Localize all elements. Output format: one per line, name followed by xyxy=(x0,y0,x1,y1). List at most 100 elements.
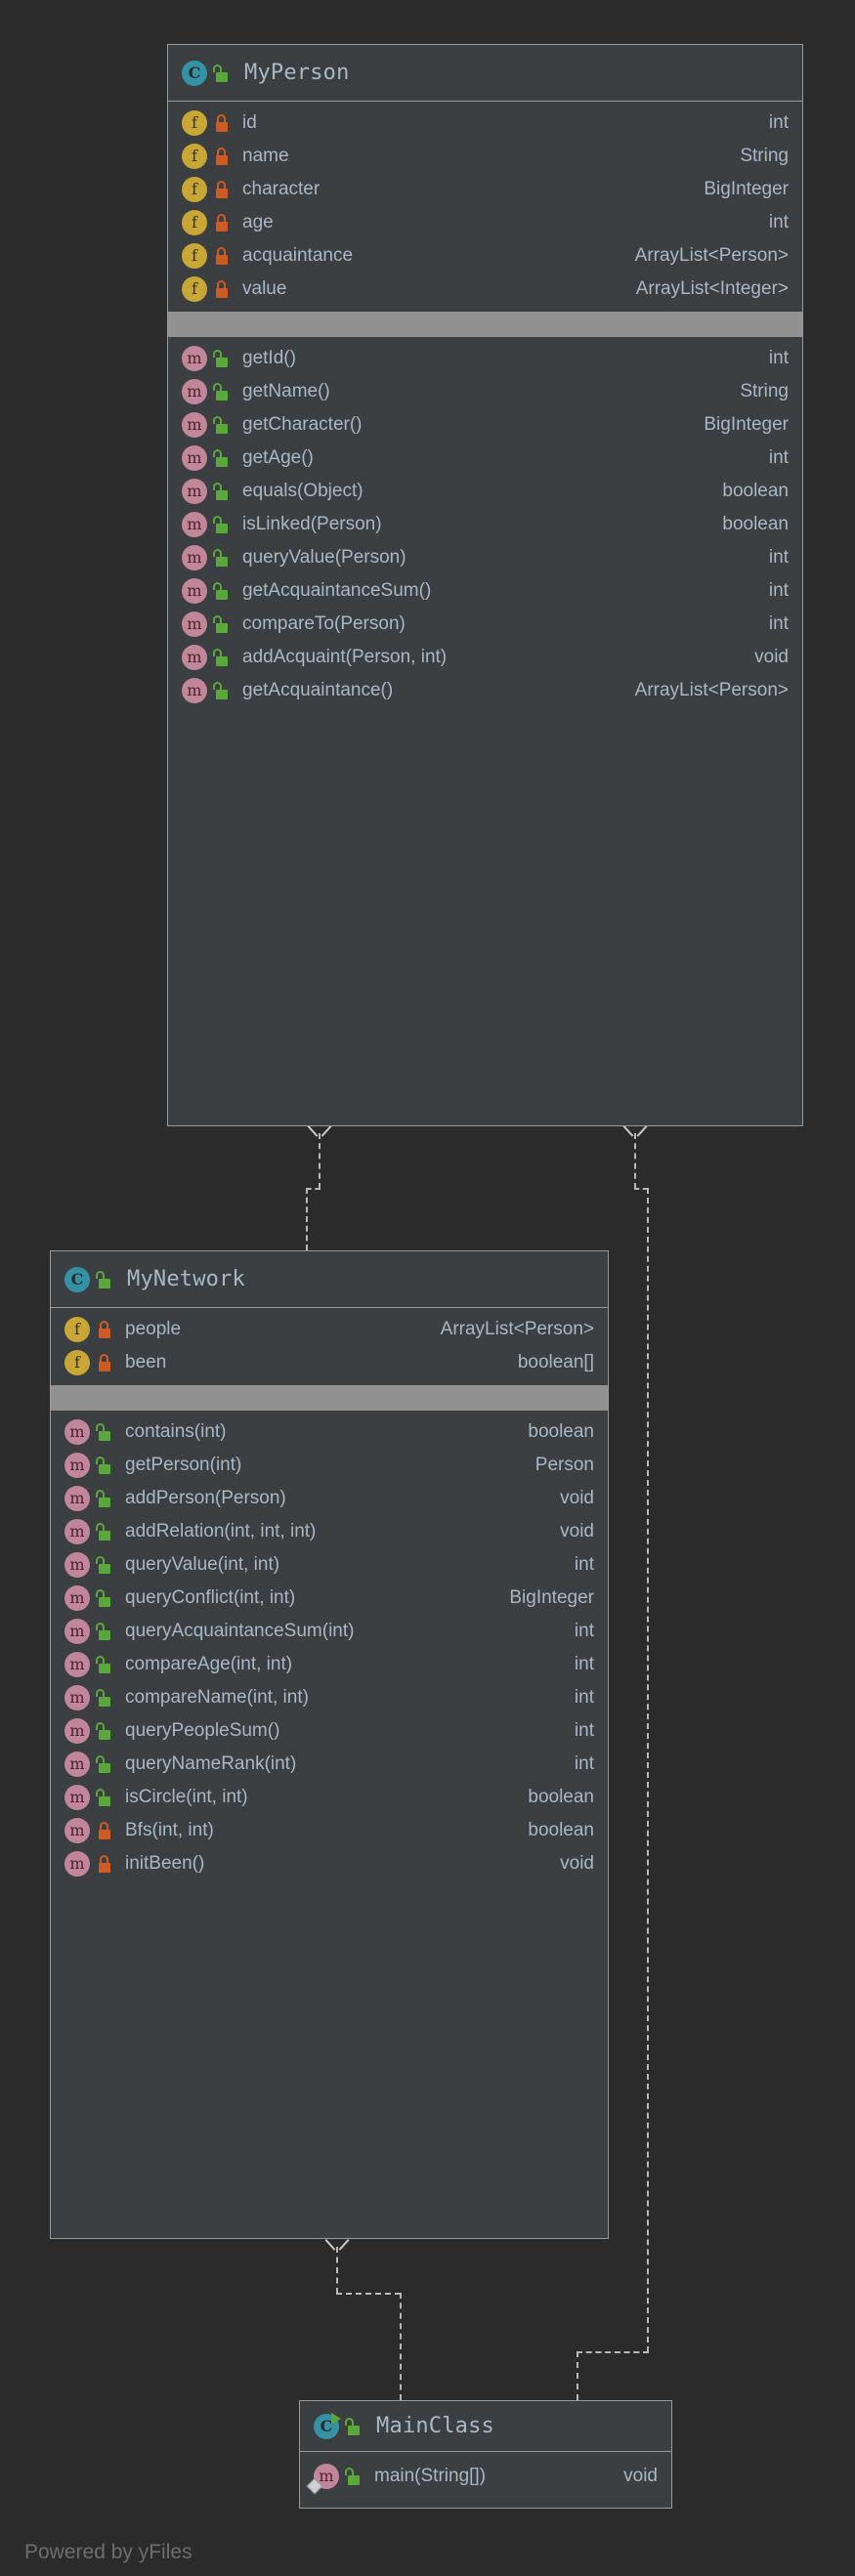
method-row[interactable]: m isLinked(Person) boolean xyxy=(168,508,802,541)
method-row[interactable]: m contains(int) boolean xyxy=(51,1415,608,1449)
method-row[interactable]: m main(String[]) void xyxy=(300,2460,671,2495)
field-row[interactable]: f acquaintance ArrayList<Person> xyxy=(168,239,802,273)
method-row[interactable]: m compareTo(Person) int xyxy=(168,608,802,641)
method-row[interactable]: m getName() String xyxy=(168,375,802,408)
method-icon: m xyxy=(182,346,207,371)
edge-segment-vertical xyxy=(306,1188,308,1250)
method-row[interactable]: m isCircle(int, int) boolean xyxy=(51,1781,608,1814)
field-row[interactable]: f age int xyxy=(168,206,802,239)
method-name: isCircle(int, int) xyxy=(125,1787,248,1807)
method-icon: m xyxy=(64,1785,90,1810)
method-row[interactable]: m queryValue(int, int) int xyxy=(51,1548,608,1582)
unlock-icon xyxy=(96,1623,113,1640)
field-name: people xyxy=(125,1319,182,1339)
unlock-icon xyxy=(96,1457,113,1474)
lock-icon xyxy=(213,214,231,232)
field-type: boolean[] xyxy=(517,1352,594,1372)
method-type: int xyxy=(574,1554,594,1575)
field-icon: f xyxy=(64,1317,90,1342)
unlock-icon xyxy=(213,449,231,467)
method-row[interactable]: m getAcquaintanceSum() int xyxy=(168,574,802,608)
method-type: int xyxy=(768,613,789,634)
section-divider xyxy=(168,312,802,337)
class-name-label: MainClass xyxy=(376,2414,495,2438)
unlock-icon xyxy=(213,483,231,500)
method-row[interactable]: m compareName(int, int) int xyxy=(51,1681,608,1714)
method-row[interactable]: m queryAcquaintanceSum(int) int xyxy=(51,1615,608,1648)
method-icon: m xyxy=(64,1619,90,1644)
class-header-mainclass: C MainClass xyxy=(300,2401,671,2452)
method-row[interactable]: m compareAge(int, int) int xyxy=(51,1648,608,1681)
method-name: compareAge(int, int) xyxy=(125,1654,293,1674)
method-row[interactable]: m getPerson(int) Person xyxy=(51,1449,608,1482)
method-type: boolean xyxy=(722,481,789,501)
method-row[interactable]: m addRelation(int, int, int) void xyxy=(51,1515,608,1548)
method-icon: m xyxy=(182,512,207,537)
method-row[interactable]: m getId() int xyxy=(168,342,802,375)
class-icon: C xyxy=(64,1266,90,1292)
method-icon: m xyxy=(64,1718,90,1744)
method-icon: m xyxy=(182,412,207,438)
method-row[interactable]: m Bfs(int, int) boolean xyxy=(51,1814,608,1847)
method-icon: m xyxy=(64,1818,90,1843)
class-box-mainclass[interactable]: C MainClass m main(String[]) void xyxy=(299,2400,672,2509)
method-icon: m xyxy=(64,1851,90,1877)
class-box-myperson[interactable]: C MyPerson f id int f name String f char… xyxy=(167,44,803,1126)
method-name: queryValue(int, int) xyxy=(125,1554,280,1575)
field-row[interactable]: f id int xyxy=(168,106,802,140)
method-row[interactable]: m getAcquaintance() ArrayList<Person> xyxy=(168,674,802,707)
method-name: getName() xyxy=(242,381,330,401)
method-row[interactable]: m equals(Object) boolean xyxy=(168,475,802,508)
method-name: queryPeopleSum() xyxy=(125,1720,280,1741)
unlock-icon xyxy=(213,682,231,699)
method-row[interactable]: m addPerson(Person) void xyxy=(51,1482,608,1515)
class-box-mynetwork[interactable]: C MyNetwork f people ArrayList<Person> f… xyxy=(50,1250,609,2239)
lock-icon xyxy=(213,280,231,298)
method-row[interactable]: m queryConflict(int, int) BigInteger xyxy=(51,1582,608,1615)
lock-icon xyxy=(213,181,231,198)
method-type: Person xyxy=(534,1455,594,1475)
method-row[interactable]: m queryNameRank(int) int xyxy=(51,1748,608,1781)
method-row[interactable]: m addAcquaint(Person, int) void xyxy=(168,641,802,674)
field-name: been xyxy=(125,1352,167,1372)
field-icon: f xyxy=(182,177,207,202)
field-name: age xyxy=(242,212,274,232)
method-icon: m xyxy=(182,379,207,404)
unlock-icon xyxy=(96,1722,113,1740)
field-name: acquaintance xyxy=(242,245,354,266)
method-type: void xyxy=(754,647,789,667)
watermark-label: Powered by yFiles xyxy=(24,2541,192,2563)
class-name-label: MyNetwork xyxy=(127,1267,246,1291)
field-row[interactable]: f been boolean[] xyxy=(51,1346,608,1379)
method-row[interactable]: m initBeen() void xyxy=(51,1847,608,1880)
method-row[interactable]: m getAge() int xyxy=(168,442,802,475)
unlock-icon xyxy=(345,2468,363,2485)
method-name: getAcquaintanceSum() xyxy=(242,580,432,601)
field-row[interactable]: f character BigInteger xyxy=(168,173,802,206)
field-type: int xyxy=(768,112,789,133)
method-name: addRelation(int, int, int) xyxy=(125,1521,317,1541)
method-row[interactable]: m queryPeopleSum() int xyxy=(51,1714,608,1748)
field-row[interactable]: f name String xyxy=(168,140,802,173)
method-icon: m xyxy=(182,678,207,703)
unlock-icon xyxy=(213,516,231,533)
method-type: boolean xyxy=(528,1820,594,1840)
method-icon: m xyxy=(182,612,207,637)
field-icon: f xyxy=(182,144,207,169)
lock-icon xyxy=(96,1822,113,1839)
field-row[interactable]: f people ArrayList<Person> xyxy=(51,1313,608,1346)
method-name: main(String[]) xyxy=(374,2466,487,2486)
field-row[interactable]: f value ArrayList<Integer> xyxy=(168,273,802,306)
method-type: BigInteger xyxy=(704,414,789,435)
method-name: queryValue(Person) xyxy=(242,547,406,568)
field-type: BigInteger xyxy=(704,179,789,199)
field-icon: f xyxy=(64,1350,90,1375)
method-row[interactable]: m queryValue(Person) int xyxy=(168,541,802,574)
field-icon: f xyxy=(182,243,207,269)
fields-section-myperson: f id int f name String f character BigIn… xyxy=(168,102,802,312)
unlock-icon xyxy=(96,1423,113,1441)
method-row[interactable]: m getCharacter() BigInteger xyxy=(168,408,802,442)
lock-icon xyxy=(213,114,231,132)
field-type: ArrayList<Integer> xyxy=(635,278,789,299)
edge-segment-vertical xyxy=(634,1133,636,1189)
